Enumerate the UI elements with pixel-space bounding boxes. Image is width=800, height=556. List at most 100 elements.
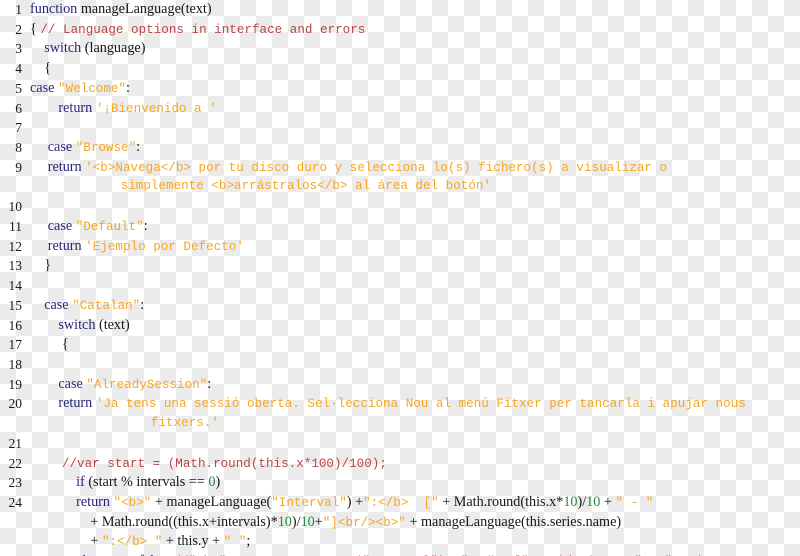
code-line: + ":</b> " + this.y + " "; [0,532,800,552]
code-line: 12 return 'Ejemplo por Defecto' [0,237,800,257]
identifier-token: + Math.round((this.x+intervals)* [30,513,278,530]
identifier-token [30,100,58,116]
punctuation-token: { [30,20,41,37]
identifier-token [30,238,48,254]
line-number: 18 [8,356,23,372]
keyword-token: switch [58,316,99,333]
string-token: 'Ejemplo por Defecto' [85,239,244,254]
comment-token: //var start = (Math.round(this.x*100)/10… [61,456,387,471]
code-line: 8 case "Browse": [0,138,800,158]
comment-token: // Language options in interface and err… [40,22,366,37]
keyword-token: case [30,79,58,96]
identifier-token [30,494,76,510]
line-number: 2 [15,21,22,37]
keyword-token: case [47,217,76,234]
code-line: 4 { [0,59,800,79]
number-token: 10 [586,493,601,510]
code-text: return '¡Bienvenido a ' [22,99,800,123]
string-token: '¡Bienvenido a ' [95,101,217,116]
code-line: 11 case "Default": [0,217,800,237]
code-line: 5 case "Welcome": [0,79,800,99]
code-line: + Math.round((this.x+intervals)*10)/10+"… [0,513,800,533]
string-token: '<b>Navega</b> por tu disco duro y selec… [85,160,668,175]
punctuation-token: : [140,296,145,313]
punctuation-token: ; [246,533,251,550]
identifier-token [30,455,62,471]
string-token: "Default" [75,219,144,234]
code-line: 24 return "<b>" + manageLanguage("Interv… [0,493,800,513]
line-number: 13 [8,258,23,274]
keyword-token: case [44,296,73,313]
keyword-token: case [47,139,76,156]
string-token: " - " [615,495,654,510]
punctuation-token: : [143,217,148,234]
code-line: 2 { // Language options in interface and … [0,20,800,40]
identifier-token [30,218,48,234]
line-number: 3 [15,41,22,57]
string-token: "Welcome" [57,81,126,96]
punctuation-token: { [30,336,69,353]
line-number: 17 [8,337,23,353]
identifier-token: )/ [291,513,301,530]
line-number: 23 [8,475,23,491]
line-number: 24 [8,494,23,510]
identifier-token [30,317,58,333]
identifier-token: ) [215,474,221,491]
string-token: "Catalan" [72,298,141,313]
identifier-token: (language) [84,40,146,57]
keyword-token: return [47,158,86,175]
string-token: ":</b> [" [363,495,439,510]
code-line: 16 switch (text) [0,316,800,336]
line-number: 11 [9,218,22,234]
line-number: 16 [8,317,23,333]
line-number: 6 [15,100,22,116]
line-number: 8 [15,140,22,156]
punctuation-token: : [126,79,130,96]
code-text: { [22,335,800,359]
code-line: 17 { [0,335,800,355]
identifier-token: + this.y + [162,533,224,550]
identifier-token: (start % intervals == [88,474,209,491]
line-number: 9 [15,159,22,175]
identifier-token: ) + [346,493,364,510]
identifier-token: (text) [98,316,130,333]
code-line: 19 case "AlreadySession": [0,375,800,395]
identifier-token: + manageLanguage(this.series.name) [405,513,622,530]
string-token: "<b>" [113,495,152,510]
line-number: 10 [8,199,23,215]
keyword-token: return [58,395,96,412]
line-number: 1 [15,2,22,17]
code-text: fitxers.' [22,414,800,437]
line-number: 7 [15,120,22,136]
identifier-token: )/ [577,493,587,510]
punctuation-token: : [207,375,212,392]
number-token: 10 [277,513,292,530]
code-listing: 1 function manageLanguage(text) 2 { // Lang… [0,0,800,556]
identifier-token [30,474,76,490]
line-number: 4 [15,61,22,77]
code-line: 23 if (start % intervals == 0) [0,473,800,493]
code-line: 20 return 'Ja tens una sessió oberta. Se… [0,394,800,414]
number-token: 10 [300,513,315,530]
code-line: simplemente <b>arrástralos</b> al área d… [0,177,800,197]
punctuation-token: : [136,139,141,156]
code-line: 9 return '<b>Navega</b> por tu disco dur… [0,158,800,178]
code-text: simplemente <b>arrástralos</b> al área d… [22,177,800,200]
string-token: "AlreadySession" [86,377,208,392]
line-number: 22 [8,455,23,471]
keyword-token: if [76,474,89,491]
string-token: 'Ja tens una sessió oberta. Sel·lecciona… [95,397,746,412]
identifier-token [30,40,44,56]
code-line: 3 switch (language) [0,39,800,59]
line-number: 12 [8,238,23,254]
string-token: " " [223,535,247,550]
string-token: ":</b> " [101,535,163,550]
line-number: 5 [15,80,22,96]
identifier-token: manageLanguage(text) [80,1,212,17]
code-line: 1 function manageLanguage(text) [0,0,800,20]
code-line: 6 return '¡Bienvenido a ' [0,99,800,119]
string-token: simplemente <b>arrástralos</b> al área d… [30,179,492,194]
string-token: "]<br/><b>" [322,515,406,530]
keyword-token: case [58,375,87,392]
code-line: 15 case "Catalan": [0,296,800,316]
